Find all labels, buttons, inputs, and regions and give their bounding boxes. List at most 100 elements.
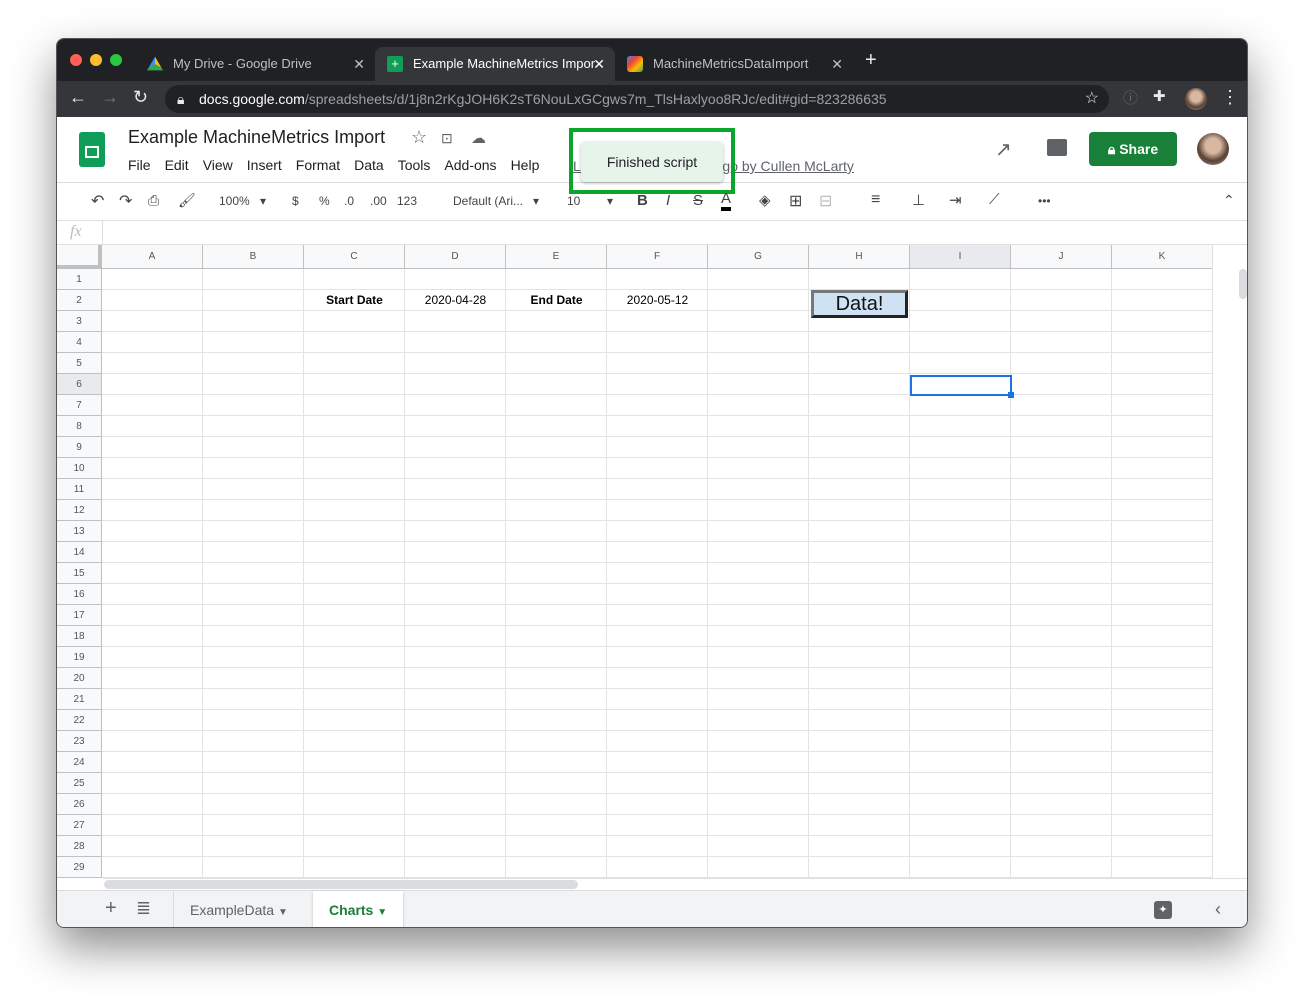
text-rotation-icon[interactable]: ⟋ bbox=[989, 191, 1000, 208]
italic-button[interactable]: I bbox=[666, 192, 670, 209]
cell-G24[interactable] bbox=[708, 752, 809, 773]
cell-B27[interactable] bbox=[203, 815, 304, 836]
cell-H27[interactable] bbox=[809, 815, 910, 836]
cell-G4[interactable] bbox=[708, 332, 809, 353]
row-header-22[interactable]: 22 bbox=[57, 710, 102, 731]
currency-format-button[interactable]: $ bbox=[292, 194, 299, 208]
cell-I18[interactable] bbox=[910, 626, 1011, 647]
row-header-21[interactable]: 21 bbox=[57, 689, 102, 710]
cell-J20[interactable] bbox=[1011, 668, 1112, 689]
cell-K24[interactable] bbox=[1112, 752, 1212, 773]
cell-H10[interactable] bbox=[809, 458, 910, 479]
forward-icon[interactable]: → bbox=[101, 87, 119, 108]
cell-G14[interactable] bbox=[708, 542, 809, 563]
cell-I7[interactable] bbox=[910, 395, 1011, 416]
cell-G13[interactable] bbox=[708, 521, 809, 542]
cell-K29[interactable] bbox=[1112, 857, 1212, 878]
cell-B7[interactable] bbox=[203, 395, 304, 416]
cell-value-C2[interactable]: Start Date bbox=[304, 290, 405, 311]
cell-K13[interactable] bbox=[1112, 521, 1212, 542]
cell-B21[interactable] bbox=[203, 689, 304, 710]
cell-F23[interactable] bbox=[607, 731, 708, 752]
cell-D4[interactable] bbox=[405, 332, 506, 353]
cell-J8[interactable] bbox=[1011, 416, 1112, 437]
cell-J21[interactable] bbox=[1011, 689, 1112, 710]
cell-H20[interactable] bbox=[809, 668, 910, 689]
cell-C13[interactable] bbox=[304, 521, 405, 542]
cell-F21[interactable] bbox=[607, 689, 708, 710]
horizontal-scroll-thumb[interactable] bbox=[104, 880, 578, 889]
cell-B20[interactable] bbox=[203, 668, 304, 689]
cell-J15[interactable] bbox=[1011, 563, 1112, 584]
cell-E12[interactable] bbox=[506, 500, 607, 521]
cell-E4[interactable] bbox=[506, 332, 607, 353]
row-header-4[interactable]: 4 bbox=[57, 332, 102, 353]
cell-G22[interactable] bbox=[708, 710, 809, 731]
cell-K23[interactable] bbox=[1112, 731, 1212, 752]
cell-I23[interactable] bbox=[910, 731, 1011, 752]
new-tab-button[interactable]: + bbox=[865, 49, 877, 72]
cell-C11[interactable] bbox=[304, 479, 405, 500]
cell-G1[interactable] bbox=[708, 269, 809, 290]
cell-E17[interactable] bbox=[506, 605, 607, 626]
close-tab-icon[interactable]: ✕ bbox=[353, 47, 365, 81]
cell-I3[interactable] bbox=[910, 311, 1011, 332]
redo-icon[interactable]: ↷ bbox=[119, 191, 132, 211]
cell-A20[interactable] bbox=[102, 668, 203, 689]
cell-A5[interactable] bbox=[102, 353, 203, 374]
cell-H7[interactable] bbox=[809, 395, 910, 416]
cell-C8[interactable] bbox=[304, 416, 405, 437]
cell-K9[interactable] bbox=[1112, 437, 1212, 458]
cell-F16[interactable] bbox=[607, 584, 708, 605]
cell-D13[interactable] bbox=[405, 521, 506, 542]
add-sheet-button[interactable]: + bbox=[105, 897, 117, 920]
text-wrapping-icon[interactable]: ⇥ bbox=[949, 191, 962, 209]
cell-A22[interactable] bbox=[102, 710, 203, 731]
cell-I5[interactable] bbox=[910, 353, 1011, 374]
cell-K19[interactable] bbox=[1112, 647, 1212, 668]
profile-avatar[interactable] bbox=[1185, 88, 1207, 110]
select-all-corner[interactable] bbox=[57, 245, 102, 269]
cell-B16[interactable] bbox=[203, 584, 304, 605]
cell-C22[interactable] bbox=[304, 710, 405, 731]
close-window-button[interactable] bbox=[70, 54, 82, 66]
cell-F4[interactable] bbox=[607, 332, 708, 353]
cell-I4[interactable] bbox=[910, 332, 1011, 353]
sheets-logo[interactable] bbox=[79, 132, 105, 167]
cell-K27[interactable] bbox=[1112, 815, 1212, 836]
cell-I9[interactable] bbox=[910, 437, 1011, 458]
cell-F20[interactable] bbox=[607, 668, 708, 689]
cell-I16[interactable] bbox=[910, 584, 1011, 605]
cell-K22[interactable] bbox=[1112, 710, 1212, 731]
cell-J16[interactable] bbox=[1011, 584, 1112, 605]
cell-B18[interactable] bbox=[203, 626, 304, 647]
cell-E7[interactable] bbox=[506, 395, 607, 416]
cell-G16[interactable] bbox=[708, 584, 809, 605]
cell-C25[interactable] bbox=[304, 773, 405, 794]
borders-icon[interactable]: ⊞ bbox=[789, 191, 802, 211]
move-folder-icon[interactable]: ⊡ bbox=[441, 130, 453, 147]
bold-button[interactable]: B bbox=[637, 192, 648, 209]
column-header-K[interactable]: K bbox=[1112, 245, 1212, 269]
row-header-24[interactable]: 24 bbox=[57, 752, 102, 773]
row-header-29[interactable]: 29 bbox=[57, 857, 102, 878]
cell-K4[interactable] bbox=[1112, 332, 1212, 353]
cell-C14[interactable] bbox=[304, 542, 405, 563]
cell-K16[interactable] bbox=[1112, 584, 1212, 605]
cell-H4[interactable] bbox=[809, 332, 910, 353]
cell-C15[interactable] bbox=[304, 563, 405, 584]
maximize-window-button[interactable] bbox=[110, 54, 122, 66]
cell-I14[interactable] bbox=[910, 542, 1011, 563]
cell-D9[interactable] bbox=[405, 437, 506, 458]
percent-format-button[interactable]: % bbox=[319, 194, 330, 208]
cell-F22[interactable] bbox=[607, 710, 708, 731]
extensions-icon[interactable]: ✚ bbox=[1153, 87, 1166, 105]
cell-G20[interactable] bbox=[708, 668, 809, 689]
cell-C27[interactable] bbox=[304, 815, 405, 836]
sheet-tab-charts[interactable]: Charts ▼ bbox=[313, 891, 404, 927]
row-header-9[interactable]: 9 bbox=[57, 437, 102, 458]
star-icon[interactable]: ☆ bbox=[411, 127, 427, 148]
cell-H8[interactable] bbox=[809, 416, 910, 437]
cell-J23[interactable] bbox=[1011, 731, 1112, 752]
fill-handle[interactable] bbox=[1008, 392, 1014, 398]
